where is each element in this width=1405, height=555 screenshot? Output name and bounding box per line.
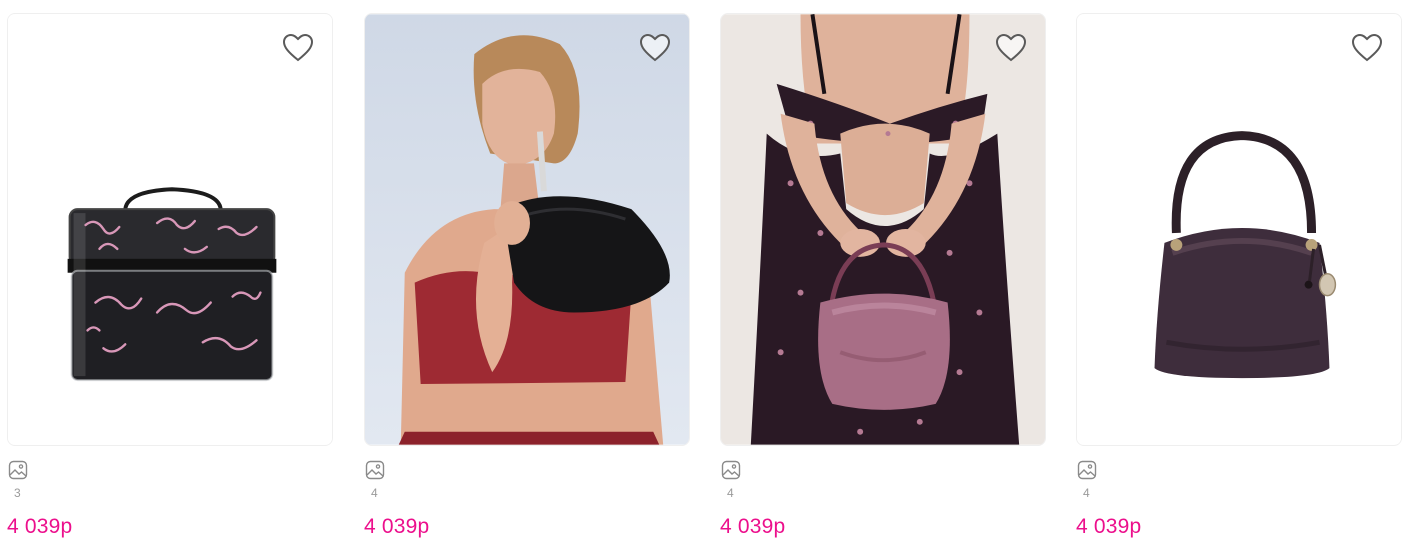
favorite-button[interactable]	[994, 32, 1028, 64]
model-sequin-bag-illustration	[365, 14, 689, 445]
heart-outline-icon	[282, 33, 314, 62]
hobo-bag-illustration	[1077, 14, 1401, 445]
product-image-sequin-bag[interactable]	[364, 13, 690, 446]
product-price[interactable]: 4 039р	[364, 514, 429, 540]
product-card[interactable]: 4 4 039р	[720, 0, 1048, 555]
heart-outline-icon	[1351, 33, 1383, 62]
favorite-button[interactable]	[638, 32, 672, 64]
model-pink-bag-illustration	[721, 14, 1045, 445]
product-image-train-case[interactable]	[7, 13, 333, 446]
product-card[interactable]: 3 4 039р	[7, 0, 335, 555]
product-price[interactable]: 4 039р	[720, 514, 785, 540]
photo-count: 4	[371, 486, 378, 500]
product-grid: 3 4 039р 4 4 039р 4 4 039р 4 4 039р	[0, 0, 1405, 555]
product-image-pink-satin-bag[interactable]	[720, 13, 1046, 446]
photo-count: 4	[727, 486, 734, 500]
product-card[interactable]: 4 4 039р	[364, 0, 692, 555]
product-card[interactable]: 4 4 039р	[1076, 0, 1404, 555]
train-case-illustration	[8, 14, 332, 445]
product-image-hobo-bag[interactable]	[1076, 13, 1402, 446]
photo-count: 3	[14, 486, 21, 500]
image-gallery-icon	[8, 460, 28, 480]
image-gallery-icon	[1077, 460, 1097, 480]
product-price[interactable]: 4 039р	[1076, 514, 1141, 540]
favorite-button[interactable]	[1350, 32, 1384, 64]
product-price[interactable]: 4 039р	[7, 514, 72, 540]
photo-count: 4	[1083, 486, 1090, 500]
image-gallery-icon	[365, 460, 385, 480]
heart-outline-icon	[995, 33, 1027, 62]
favorite-button[interactable]	[281, 32, 315, 64]
heart-outline-icon	[639, 33, 671, 62]
image-gallery-icon	[721, 460, 741, 480]
